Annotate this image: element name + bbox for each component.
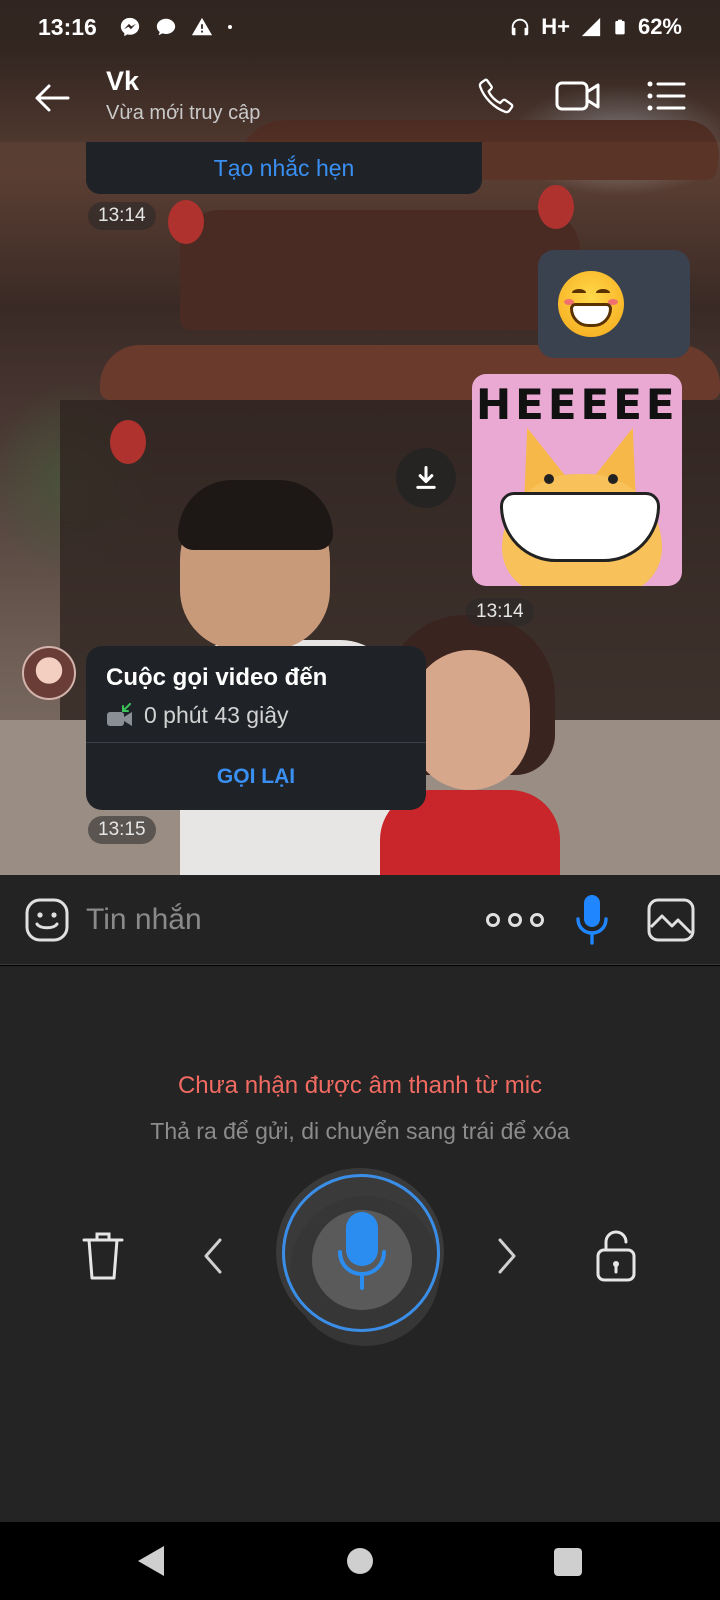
person-face	[410, 650, 530, 790]
message-timestamp: 13:14	[88, 202, 156, 230]
lantern	[168, 200, 204, 244]
emoji-message[interactable]	[538, 250, 690, 358]
contact-avatar[interactable]	[22, 646, 76, 700]
lock-recording-button[interactable]	[594, 1228, 638, 1284]
nav-back-icon[interactable]	[136, 1544, 166, 1578]
fox-eye	[608, 474, 618, 484]
microphone-icon	[338, 1212, 386, 1290]
network-type: H+	[541, 14, 570, 39]
record-mic	[336, 1210, 388, 1294]
delete-recording-button[interactable]	[80, 1230, 126, 1282]
sticker-caption: HEEEEE	[476, 380, 679, 429]
emoji-button[interactable]	[24, 897, 70, 943]
messenger-icon	[120, 17, 139, 37]
microphone-icon	[576, 895, 608, 945]
chat-header: Vk Vừa mới truy cập	[0, 54, 720, 142]
voice-call-button[interactable]	[472, 72, 520, 120]
reminder-bubble: Tạo nhắc hẹn	[86, 142, 482, 194]
more-dots-icon	[486, 913, 500, 927]
temple-roof	[180, 210, 580, 330]
lantern	[538, 185, 574, 229]
lantern	[110, 420, 146, 464]
trash-icon	[82, 1232, 124, 1280]
chat-icon	[156, 18, 175, 36]
person-hair	[178, 480, 333, 550]
record-hint: Thả ra để gửi, di chuyển sang trái để xó…	[150, 1118, 570, 1144]
chat-menu-button[interactable]	[642, 72, 690, 120]
signal-icon	[581, 17, 601, 37]
system-nav-bar	[0, 1522, 720, 1600]
message-timestamp: 13:15	[88, 816, 156, 844]
headphones-icon	[511, 18, 529, 36]
gallery-button[interactable]	[646, 897, 696, 943]
chevron-left-icon	[204, 1238, 222, 1274]
battery-icon	[615, 19, 625, 35]
voice-record-panel: Chưa nhận được âm thanh từ mic Thả ra để…	[0, 966, 720, 1522]
call-log-card: Cuộc gọi video đến 0 phút 43 giây GỌI LẠ…	[86, 646, 426, 810]
warning-icon	[191, 17, 212, 36]
emoji-icon	[25, 898, 69, 942]
contact-status: Vừa mới truy cập	[106, 102, 261, 124]
video-camera-icon	[555, 81, 600, 111]
slide-left-indicator	[198, 1236, 228, 1276]
mic-warning: Chưa nhận được âm thanh từ mic	[177, 1072, 543, 1099]
sticker-message[interactable]: HEEEEE	[472, 374, 682, 586]
composer-bar	[0, 875, 720, 965]
call-title: Cuộc gọi video đến	[106, 664, 328, 691]
notification-icons	[119, 16, 239, 38]
download-button[interactable]	[396, 448, 456, 508]
status-time: 13:16	[38, 13, 97, 40]
dot-icon	[227, 25, 232, 29]
message-timestamp: 13:14	[466, 598, 534, 626]
incoming-video-icon	[107, 702, 132, 726]
more-dots-icon	[508, 913, 522, 927]
fox-eye	[544, 474, 554, 484]
nav-recent-icon[interactable]	[554, 1548, 582, 1576]
video-call-button[interactable]	[554, 72, 602, 120]
fox-grin	[500, 492, 660, 562]
status-bar: 13:16 H+ 62%	[0, 0, 720, 54]
more-dots-icon	[530, 913, 544, 927]
slide-right-indicator	[492, 1236, 522, 1276]
phone-icon	[478, 78, 514, 114]
chevron-right-icon	[498, 1238, 516, 1274]
back-arrow-icon	[35, 84, 70, 112]
grinning-emoji-icon	[558, 271, 624, 337]
call-duration-row: 0 phút 43 giây	[106, 702, 289, 729]
create-reminder-link[interactable]: Tạo nhắc hẹn	[214, 155, 355, 182]
system-status: H+ 62%	[509, 14, 682, 40]
gallery-icon	[647, 898, 695, 942]
voice-record-button[interactable]	[574, 893, 610, 947]
back-button[interactable]	[30, 76, 74, 120]
download-icon	[416, 465, 436, 489]
menu-list-icon	[647, 81, 686, 111]
lock-icon	[596, 1230, 636, 1282]
more-options-button[interactable]	[486, 901, 544, 939]
contact-name[interactable]: Vk	[106, 66, 139, 97]
call-back-button[interactable]: GỌI LẠI	[86, 743, 426, 810]
battery-percent: 62%	[637, 14, 682, 39]
nav-home-icon[interactable]	[347, 1548, 373, 1574]
call-duration: 0 phút 43 giây	[144, 702, 289, 728]
message-input[interactable]	[86, 897, 466, 943]
